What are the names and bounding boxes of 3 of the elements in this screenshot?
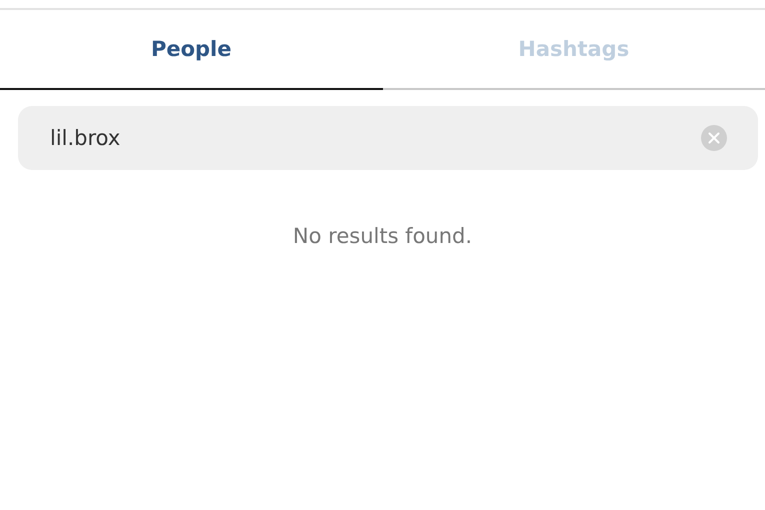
empty-message: No results found. bbox=[292, 224, 474, 248]
search-field[interactable]: lil.brox bbox=[18, 106, 758, 170]
clear-icon[interactable] bbox=[700, 124, 728, 152]
